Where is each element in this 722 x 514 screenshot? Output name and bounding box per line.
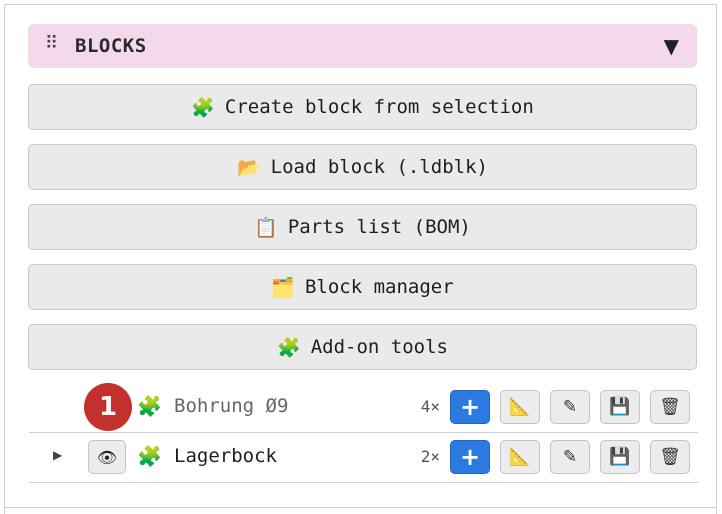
block-name: Bohrung Ø9 bbox=[174, 395, 289, 417]
panel-bottom-border bbox=[4, 507, 717, 508]
parts-list-label: Parts list (BOM) bbox=[287, 216, 471, 238]
delete-icon[interactable]: 🗑 bbox=[650, 390, 690, 424]
puzzle-icon: 🧩 bbox=[277, 336, 301, 359]
measure-icon[interactable]: 📐 bbox=[500, 440, 540, 474]
step-badge: 1 bbox=[84, 383, 132, 431]
puzzle-icon: 🧩 bbox=[137, 394, 162, 418]
add-instance-button[interactable]: + bbox=[450, 440, 490, 474]
block-name: Lagerbock bbox=[174, 445, 277, 467]
save-icon[interactable]: 💾 bbox=[600, 440, 640, 474]
block-manager-label: Block manager bbox=[304, 276, 454, 298]
row-divider bbox=[29, 482, 698, 483]
edit-icon[interactable]: ✎ bbox=[550, 390, 590, 424]
folder-open-icon: 📂 bbox=[236, 156, 261, 179]
create-block-label: Create block from selection bbox=[224, 96, 534, 118]
edit-icon[interactable]: ✎ bbox=[550, 440, 590, 474]
drag-handle-icon[interactable]: ⠿ bbox=[45, 33, 58, 54]
block-row-lagerbock[interactable]: ▶ 👁 🧩 Lagerbock 2× + 📐 ✎ 💾 🗑 bbox=[29, 433, 698, 481]
puzzle-icon: 🧩 bbox=[191, 96, 215, 119]
collapse-toggle-icon[interactable]: ▼ bbox=[664, 34, 679, 58]
blocks-panel-header[interactable]: ⠿ BLOCKS ▼ bbox=[28, 24, 697, 68]
block-count: 4× bbox=[420, 397, 440, 416]
block-count: 2× bbox=[420, 447, 440, 466]
measure-icon[interactable]: 📐 bbox=[500, 390, 540, 424]
visibility-eye-icon[interactable]: 👁 bbox=[88, 440, 126, 474]
block-manager-button[interactable]: 🗂️ Block manager bbox=[28, 264, 697, 310]
addon-tools-label: Add-on tools bbox=[310, 336, 448, 358]
expand-arrow-icon[interactable]: ▶ bbox=[53, 448, 62, 462]
clipboard-icon: 📋 bbox=[254, 216, 278, 239]
add-instance-button[interactable]: + bbox=[450, 390, 490, 424]
delete-icon[interactable]: 🗑 bbox=[650, 440, 690, 474]
block-row-bohrung[interactable]: 1 🧩 Bohrung Ø9 4× + 📐 ✎ 💾 🗑 bbox=[29, 383, 698, 431]
load-block-label: Load block (.ldblk) bbox=[270, 156, 488, 178]
parts-list-button[interactable]: 📋 Parts list (BOM) bbox=[28, 204, 697, 250]
panel-title: BLOCKS bbox=[75, 35, 147, 57]
save-icon[interactable]: 💾 bbox=[600, 390, 640, 424]
card-index-dividers-icon: 🗂️ bbox=[271, 276, 295, 299]
load-block-button[interactable]: 📂 Load block (.ldblk) bbox=[28, 144, 697, 190]
puzzle-icon: 🧩 bbox=[137, 444, 162, 468]
addon-tools-button[interactable]: 🧩 Add-on tools bbox=[28, 324, 697, 370]
create-block-button[interactable]: 🧩 Create block from selection bbox=[28, 84, 697, 130]
